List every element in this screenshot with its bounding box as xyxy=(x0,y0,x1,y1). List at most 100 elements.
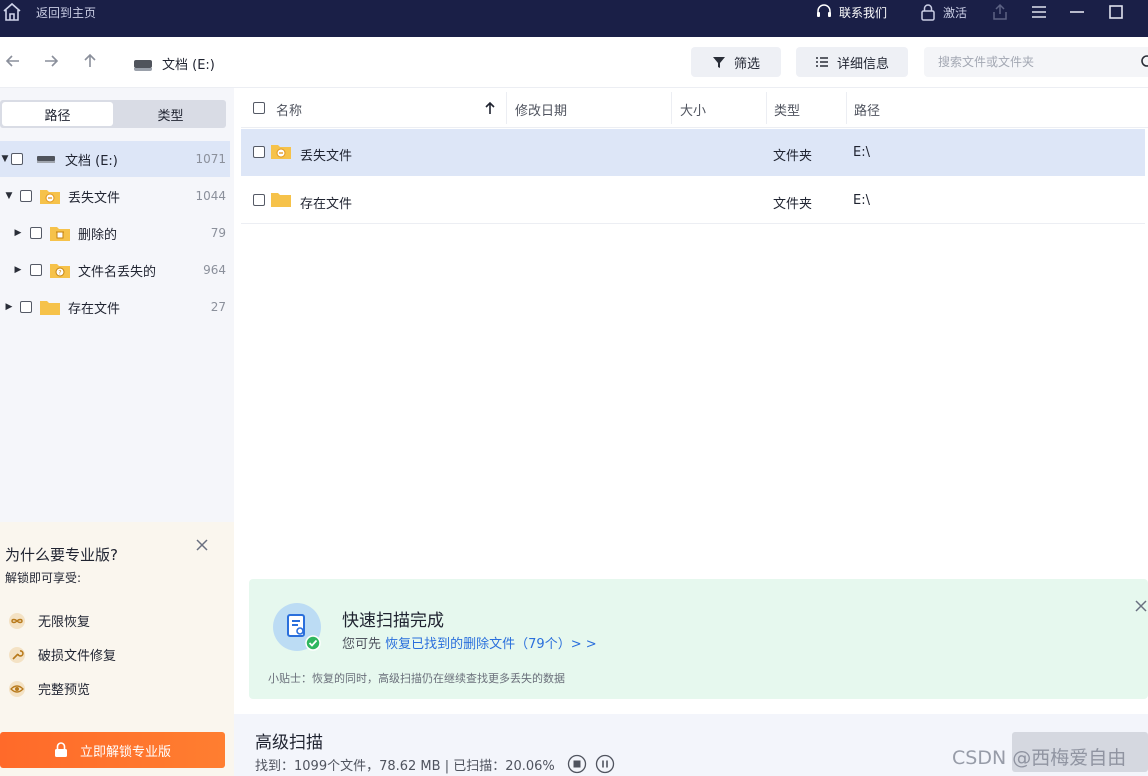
tree-item-count: 27 xyxy=(210,300,226,314)
details-button[interactable]: 详细信息 xyxy=(796,47,908,77)
details-label: 详细信息 xyxy=(836,56,889,72)
tree-item-label: 删除的 xyxy=(78,227,118,243)
banner-title: 快速扫描完成 xyxy=(342,611,444,631)
expand-arrow-icon[interactable]: ▼ xyxy=(0,154,10,164)
unknown-folder-icon: ? xyxy=(50,262,70,278)
wrench-icon xyxy=(9,646,25,663)
checkbox[interactable] xyxy=(253,146,265,158)
folder-icon xyxy=(271,191,291,211)
column-divider[interactable] xyxy=(506,92,507,124)
checkbox[interactable] xyxy=(30,264,42,276)
back-arrow-icon[interactable] xyxy=(4,52,22,70)
eye-icon xyxy=(9,680,25,697)
column-divider[interactable] xyxy=(846,92,847,124)
home-link[interactable]: 返回到主页 xyxy=(36,4,96,21)
tree-item-count: 1071 xyxy=(195,152,226,166)
file-list-header: 名称 修改日期 大小 类型 路径 xyxy=(241,88,1148,128)
drive-icon xyxy=(37,151,57,167)
select-all-checkbox[interactable] xyxy=(253,102,265,114)
row-type: 文件夹 xyxy=(773,149,813,164)
expand-arrow-icon[interactable]: ▶ xyxy=(4,302,14,312)
breadcrumb-drive[interactable]: 文档 (E:) xyxy=(162,54,215,73)
up-arrow-icon[interactable] xyxy=(81,52,99,70)
tree-item-deleted[interactable]: ▶ 删除的 79 xyxy=(0,215,230,251)
filter-button[interactable]: 筛选 xyxy=(691,47,781,77)
row-path: E:\ xyxy=(853,193,870,208)
headset-icon xyxy=(817,4,831,17)
column-path[interactable]: 路径 xyxy=(854,100,880,119)
banner-prefix: 您可先 xyxy=(342,637,382,652)
table-row[interactable]: 丢失文件 文件夹 E:\ xyxy=(241,129,1145,176)
lock-icon xyxy=(921,4,935,21)
column-type[interactable]: 类型 xyxy=(774,100,800,119)
view-switch: 路径 类型 xyxy=(0,100,226,128)
checkbox[interactable] xyxy=(20,190,32,202)
list-icon xyxy=(815,57,828,67)
toolbar: 文档 (E:) 筛选 详细信息 xyxy=(0,37,1148,88)
filter-icon xyxy=(712,57,725,68)
table-row[interactable]: 存在文件 文件夹 E:\ xyxy=(241,177,1145,224)
menu-icon[interactable] xyxy=(1029,2,1049,22)
sort-up-arrow-icon[interactable] xyxy=(484,101,496,115)
tree-item-count: 964 xyxy=(203,263,226,277)
expand-arrow-icon[interactable]: ▼ xyxy=(4,191,14,201)
scan-progress: 找到：1099个文件，78.62 MB | 已扫描：20.06% xyxy=(255,754,615,774)
promo-feature-label: 完整预览 xyxy=(38,683,91,698)
share-icon[interactable] xyxy=(990,2,1010,22)
lost-folder-icon xyxy=(40,188,60,204)
deleted-folder-icon xyxy=(50,225,70,241)
banner-tip: 小贴士：恢复的同时，高级扫描仍在继续查找更多丢失的数据 xyxy=(268,672,565,685)
search-input[interactable] xyxy=(924,47,1148,77)
checkbox[interactable] xyxy=(253,194,265,206)
checkbox[interactable] xyxy=(11,153,23,165)
filter-label: 筛选 xyxy=(733,56,760,72)
promo-feature-repair: 破损文件修复 xyxy=(8,645,116,664)
checkbox[interactable] xyxy=(30,227,42,239)
tree-item-unknown-name[interactable]: ▶ ? 文件名丢失的 964 xyxy=(0,252,230,288)
row-path: E:\ xyxy=(853,145,870,160)
scan-progress-text: 找到：1099个文件，78.62 MB | 已扫描：20.06% xyxy=(255,758,555,774)
infinity-icon xyxy=(9,612,25,629)
checkbox[interactable] xyxy=(20,301,32,313)
contact-us-button[interactable]: 联系我们 xyxy=(815,3,887,21)
close-icon[interactable] xyxy=(1134,599,1148,613)
folder-icon xyxy=(40,299,60,315)
pause-icon[interactable] xyxy=(595,754,615,774)
promo-subtitle: 解锁即可享受: xyxy=(5,571,82,585)
column-size[interactable]: 大小 xyxy=(680,100,706,119)
row-type: 文件夹 xyxy=(773,197,813,212)
close-icon[interactable] xyxy=(195,538,209,552)
tree-item-existing-files[interactable]: ▶ 存在文件 27 xyxy=(0,289,230,325)
drive-icon xyxy=(134,59,152,71)
promo-title: 为什么要专业版? xyxy=(5,546,118,564)
promo-feature-preview: 完整预览 xyxy=(8,679,90,698)
unlock-pro-label: 立即解锁专业版 xyxy=(79,744,171,760)
tab-path[interactable]: 路径 xyxy=(2,102,113,126)
expand-arrow-icon[interactable]: ▶ xyxy=(13,265,23,275)
search-icon[interactable] xyxy=(1140,54,1148,70)
advanced-scan-title: 高级扫描 xyxy=(255,733,323,753)
expand-arrow-icon[interactable]: ▶ xyxy=(13,228,23,238)
activate-button[interactable]: 激活 xyxy=(919,3,967,21)
tab-type[interactable]: 类型 xyxy=(115,100,226,128)
lock-icon xyxy=(54,742,67,757)
recover-deleted-link[interactable]: 恢复已找到的删除文件（79个）> > xyxy=(385,637,596,652)
promo-feature-label: 无限恢复 xyxy=(38,615,91,630)
scan-complete-banner: 快速扫描完成 您可先 恢复已找到的删除文件（79个）> > 小贴士：恢复的同时，… xyxy=(249,579,1148,699)
column-name[interactable]: 名称 xyxy=(276,100,302,119)
tree-item-lost-files[interactable]: ▼ 丢失文件 1044 xyxy=(0,178,230,214)
column-modified[interactable]: 修改日期 xyxy=(515,100,567,119)
column-divider[interactable] xyxy=(671,92,672,124)
minimize-icon[interactable] xyxy=(1067,2,1087,22)
promo-feature-label: 破损文件修复 xyxy=(38,649,117,664)
tree-item-drive[interactable]: ▼ 文档 (E:) 1071 xyxy=(0,141,230,177)
row-name: 存在文件 xyxy=(300,197,353,212)
contact-us-label: 联系我们 xyxy=(839,5,888,20)
stop-icon[interactable] xyxy=(567,754,587,774)
maximize-icon[interactable] xyxy=(1106,2,1126,22)
home-icon[interactable] xyxy=(2,2,22,22)
forward-arrow-icon[interactable] xyxy=(42,52,60,70)
unlock-pro-button[interactable]: 立即解锁专业版 xyxy=(0,732,225,768)
breadcrumb: 文档 (E:) xyxy=(134,54,215,73)
column-divider[interactable] xyxy=(766,92,767,124)
